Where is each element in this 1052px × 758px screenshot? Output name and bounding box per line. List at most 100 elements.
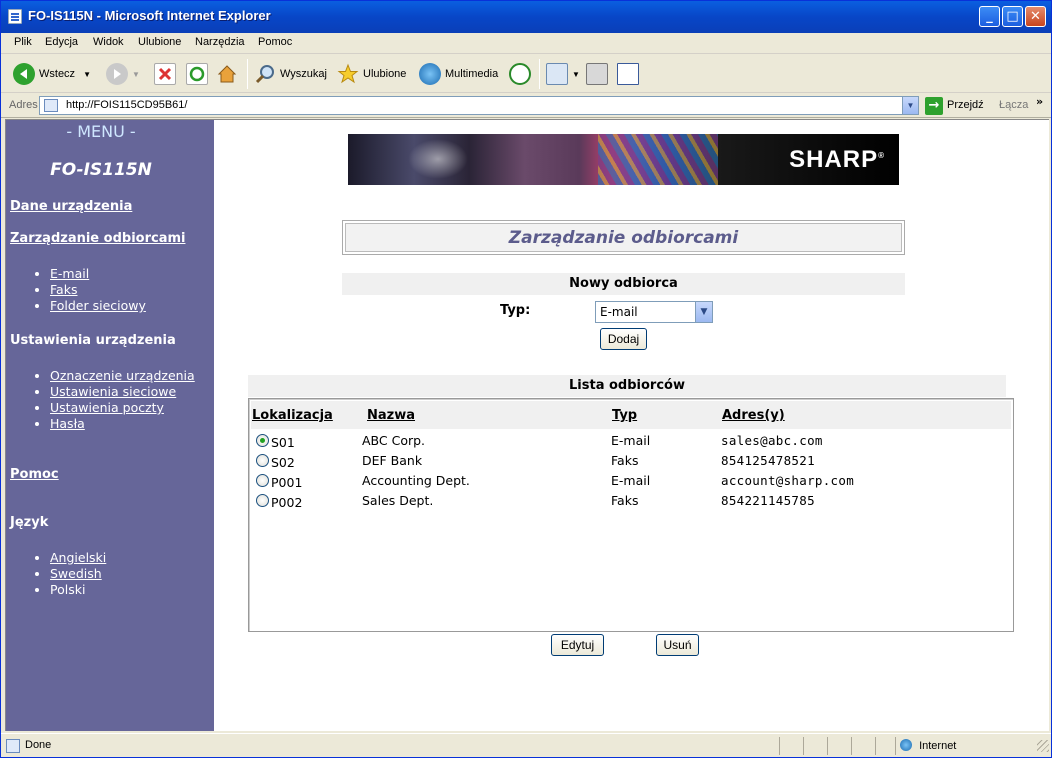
sidebar-item-network-settings[interactable]: Ustawienia sieciowe	[50, 384, 196, 400]
sharp-banner: SHARP®	[348, 134, 899, 185]
edit-page-button[interactable]	[617, 62, 643, 86]
page-title: Zarządzanie odbiorcami	[345, 223, 902, 252]
table-row[interactable]: P002 Sales Dept. Faks 854221145785	[249, 491, 1009, 511]
recipient-list: Lokalizacja Nazwa Typ Adres(y) S01 ABC C…	[248, 398, 1014, 632]
menu-pomoc[interactable]: Pomoc	[258, 36, 292, 48]
address-bar: Adres http://FOIS115CD95B61/ ▼ → Przejdź…	[1, 94, 1051, 118]
minimize-button[interactable]: _	[979, 6, 1000, 27]
row-radio[interactable]	[256, 494, 269, 507]
maximize-button[interactable]: □	[1002, 6, 1023, 27]
chevron-down-icon[interactable]: ▼	[695, 302, 712, 322]
ie-page-icon	[8, 9, 22, 24]
table-row[interactable]: S02 DEF Bank Faks 854125478521	[249, 451, 1009, 471]
row-radio[interactable]	[256, 474, 269, 487]
sidebar-item-email[interactable]: E-mail	[50, 266, 146, 282]
sidebar-link-device-data[interactable]: Dane urządzenia	[10, 199, 132, 214]
column-header-location[interactable]: Lokalizacja	[252, 408, 333, 423]
media-button[interactable]: Multimedia	[419, 62, 498, 86]
menu-narzedzia[interactable]: Narzędzia	[195, 36, 245, 48]
recipient-list-heading: Lista odbiorców	[248, 375, 1006, 397]
type-select[interactable]: E-mail ▼	[595, 301, 713, 323]
menu-heading: - MENU -	[66, 122, 136, 141]
stop-icon	[154, 63, 176, 85]
home-button[interactable]	[216, 62, 242, 86]
row-radio[interactable]	[256, 434, 269, 447]
links-button[interactable]: Łącza	[999, 99, 1028, 111]
mail-icon	[546, 63, 568, 85]
forward-button[interactable]: ▼	[106, 62, 140, 86]
back-button[interactable]: Wstecz ▼	[13, 62, 91, 86]
table-row[interactable]: S01 ABC Corp. E-mail sales@abc.com	[249, 431, 1009, 451]
sidebar-item-network-folder[interactable]: Folder sieciowy	[50, 298, 146, 314]
table-row[interactable]: P001 Accounting Dept. E-mail account@sha…	[249, 471, 1009, 491]
recipient-submenu: E-mail Faks Folder sieciowy	[36, 266, 146, 314]
print-button[interactable]	[586, 62, 612, 86]
add-button[interactable]: Dodaj	[600, 328, 647, 350]
stop-button[interactable]	[154, 62, 180, 86]
zone-indicator: Internet	[895, 737, 1035, 755]
brand-logo: SHARP®	[789, 146, 885, 173]
home-icon	[216, 63, 238, 85]
sidebar-item-english[interactable]: Angielski	[50, 550, 106, 566]
history-button[interactable]	[509, 62, 535, 86]
back-arrow-icon	[13, 63, 35, 85]
resize-grip[interactable]	[1037, 740, 1049, 752]
menu-widok[interactable]: Widok	[93, 36, 124, 48]
sidebar-item-fax[interactable]: Faks	[50, 282, 146, 298]
sidebar-item-polish: Polski	[50, 582, 106, 598]
type-label: Typ:	[500, 303, 531, 318]
edit-button[interactable]: Edytuj	[551, 634, 604, 656]
sidebar-link-help[interactable]: Pomoc	[10, 467, 59, 482]
edit-page-icon	[617, 63, 639, 85]
sidebar-item-device-label[interactable]: Oznaczenie urządzenia	[50, 368, 196, 384]
globe-icon	[419, 63, 441, 85]
title-bar[interactable]: FO-IS115N - Microsoft Internet Explorer …	[1, 1, 1051, 33]
go-button[interactable]: Przejdź	[947, 99, 984, 111]
sidebar: - MENU - FO-IS115N Dane urządzenia Zarzą…	[6, 120, 214, 731]
search-button[interactable]: Wyszukaj	[254, 62, 327, 86]
menu-plik[interactable]: Plik	[14, 36, 32, 48]
browser-window: FO-IS115N - Microsoft Internet Explorer …	[0, 0, 1052, 758]
page-done-icon	[6, 739, 20, 753]
page-title-box: Zarządzanie odbiorcami	[342, 220, 905, 255]
settings-submenu: Oznaczenie urządzenia Ustawienia sieciow…	[36, 368, 196, 432]
status-bar: Done Internet	[1, 733, 1051, 757]
menu-ulubione[interactable]: Ulubione	[138, 36, 181, 48]
address-label: Adres	[9, 99, 38, 111]
sidebar-item-swedish[interactable]: Swedish	[50, 566, 106, 582]
printer-icon	[586, 63, 608, 85]
history-icon	[509, 63, 531, 85]
sidebar-item-passwords[interactable]: Hasła	[50, 416, 196, 432]
main-panel: SHARP® Zarządzanie odbiorcami Nowy odbio…	[214, 120, 1049, 731]
go-arrow-icon[interactable]: →	[925, 97, 943, 115]
device-settings-heading: Ustawienia urządzenia	[10, 333, 176, 348]
address-input[interactable]: http://FOIS115CD95B61/ ▼	[39, 96, 919, 115]
star-icon	[337, 63, 359, 85]
search-icon	[254, 63, 276, 85]
menu-bar: Plik Edycja Widok Ulubione Narzędzia Pom…	[1, 33, 1051, 81]
menu-edycja[interactable]: Edycja	[45, 36, 78, 48]
status-text: Done	[25, 739, 52, 751]
sidebar-link-recipients[interactable]: Zarządzanie odbiorcami	[10, 231, 185, 246]
language-submenu: Angielski Swedish Polski	[36, 550, 106, 598]
chevron-icon[interactable]: »	[1036, 95, 1043, 108]
close-button[interactable]: ✕	[1025, 6, 1046, 27]
type-select-value: E-mail	[600, 305, 638, 319]
page-icon	[44, 99, 58, 112]
model-name: FO-IS115N	[50, 160, 152, 180]
address-dropdown-icon[interactable]: ▼	[902, 97, 918, 114]
column-header-name[interactable]: Nazwa	[367, 408, 415, 423]
refresh-icon	[186, 63, 208, 85]
column-header-type[interactable]: Typ	[612, 408, 637, 423]
sidebar-item-mail-settings[interactable]: Ustawienia poczty	[50, 400, 196, 416]
refresh-button[interactable]	[186, 62, 212, 86]
forward-arrow-icon	[106, 63, 128, 85]
column-header-address[interactable]: Adres(y)	[722, 408, 785, 423]
new-recipient-heading: Nowy odbiorca	[342, 273, 905, 295]
mail-button[interactable]: ▼	[546, 62, 580, 86]
window-title: FO-IS115N - Microsoft Internet Explorer	[28, 8, 271, 23]
row-radio[interactable]	[256, 454, 269, 467]
delete-button[interactable]: Usuń	[656, 634, 699, 656]
address-url: http://FOIS115CD95B61/	[66, 99, 188, 111]
favorites-button[interactable]: Ulubione	[337, 62, 406, 86]
